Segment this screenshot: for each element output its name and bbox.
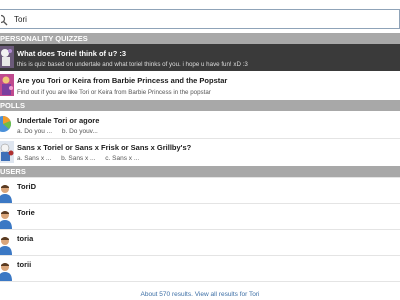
- poll-pie-icon: [0, 115, 11, 132]
- results-footer: About 570 results. View all results for …: [0, 291, 400, 298]
- username[interactable]: torii: [17, 260, 31, 269]
- poll-result[interactable]: Sans x Toriel or Sans x Frisk or Sans x …: [0, 139, 400, 166]
- quiz-description: this is quiz based on undertale and what…: [17, 61, 248, 68]
- search-icon: [1, 14, 8, 26]
- default-avatar-icon: [0, 263, 12, 281]
- search-bar[interactable]: [0, 9, 400, 29]
- default-avatar-icon: [0, 185, 12, 203]
- poll-option: b. Do youv...: [61, 128, 98, 135]
- default-avatar-icon: [0, 237, 12, 255]
- divider: [0, 281, 400, 282]
- section-header-users: USERS: [0, 166, 400, 177]
- poll-thumbnail: [0, 141, 14, 163]
- quiz-thumbnail: [0, 74, 14, 96]
- poll-title[interactable]: Sans x Toriel or Sans x Frisk or Sans x …: [17, 143, 191, 152]
- username[interactable]: toria: [17, 234, 33, 243]
- username[interactable]: ToriD: [17, 182, 36, 191]
- poll-option: b. Sans x ...: [61, 155, 96, 162]
- quiz-result[interactable]: What does Toriel think of u? :3 this is …: [0, 44, 400, 71]
- poll-title[interactable]: Undertale Tori or agore: [17, 116, 99, 125]
- poll-options: a. Do you ... b. Do youv...: [17, 128, 106, 135]
- poll-option: c. Sans x ...: [105, 155, 140, 162]
- section-header-personality-quizzes: PERSONALITY QUIZZES: [0, 33, 400, 44]
- user-result[interactable]: Torie: [0, 203, 400, 229]
- poll-options: a. Sans x ... b. Sans x ... c. Sans x ..…: [17, 155, 147, 162]
- default-avatar-icon: [0, 211, 12, 229]
- quiz-description: Find out if you are like Tori or Keira f…: [17, 89, 211, 96]
- poll-result[interactable]: Undertale Tori or agore a. Do you ... b.…: [0, 111, 400, 138]
- user-result[interactable]: ToriD: [0, 177, 400, 203]
- quiz-thumbnail: [0, 46, 14, 68]
- username[interactable]: Torie: [17, 208, 35, 217]
- view-all-results-link[interactable]: About 570 results. View all results for …: [141, 291, 260, 298]
- quiz-title[interactable]: Are you Tori or Keira from Barbie Prince…: [17, 76, 227, 85]
- poll-option: a. Sans x ...: [17, 155, 52, 162]
- user-result[interactable]: toria: [0, 229, 400, 255]
- section-header-polls: POLLS: [0, 100, 400, 111]
- user-result[interactable]: torii: [0, 255, 400, 281]
- search-input[interactable]: [14, 12, 394, 27]
- poll-option: a. Do you ...: [17, 128, 53, 135]
- quiz-result[interactable]: Are you Tori or Keira from Barbie Prince…: [0, 72, 400, 99]
- quiz-title[interactable]: What does Toriel think of u? :3: [17, 49, 126, 58]
